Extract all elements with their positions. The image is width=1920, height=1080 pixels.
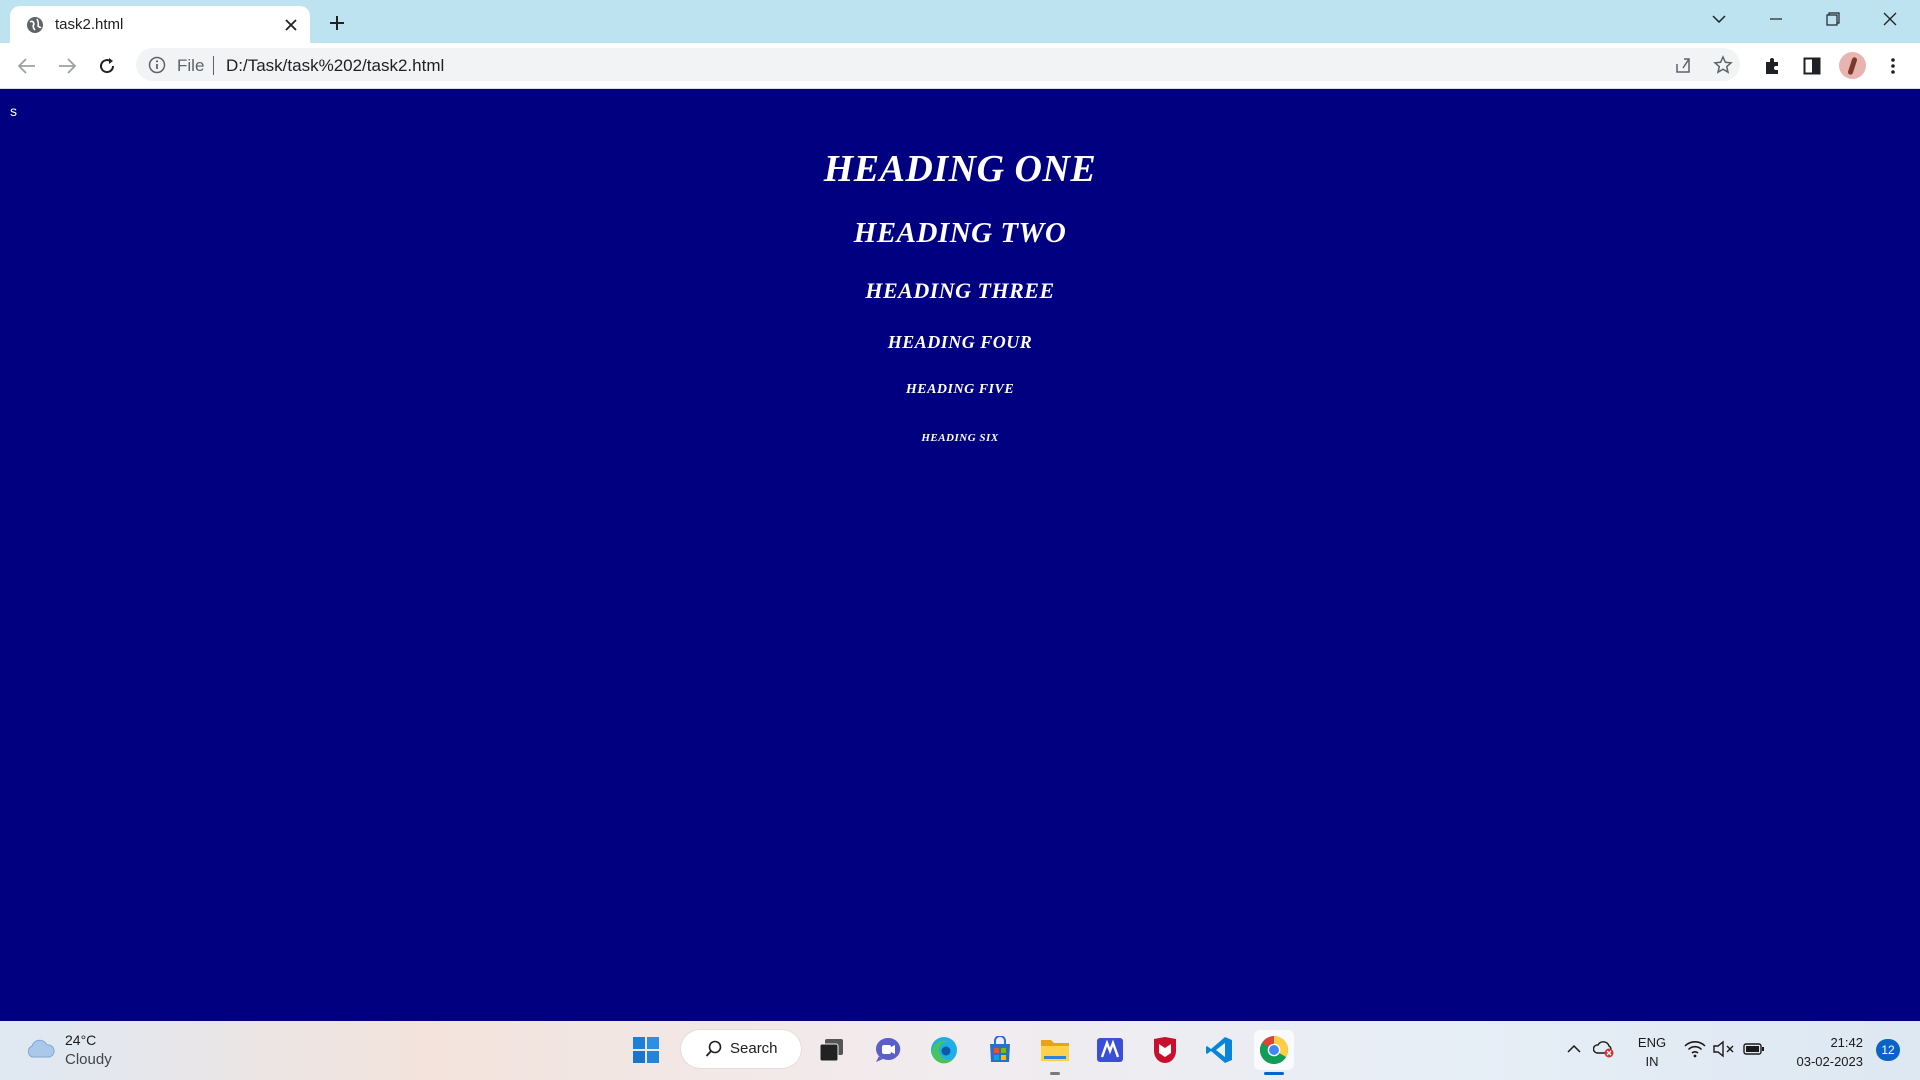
teams-chat-icon[interactable] bbox=[868, 1030, 908, 1070]
menu-kebab-icon[interactable] bbox=[1881, 54, 1905, 78]
language-region: IN bbox=[1645, 1054, 1659, 1069]
profile-avatar[interactable] bbox=[1839, 52, 1866, 79]
heading-three: HEADING THREE bbox=[865, 278, 1055, 303]
task-view-icon[interactable] bbox=[812, 1030, 852, 1070]
close-window-icon[interactable] bbox=[1870, 4, 1910, 34]
taskbar-search[interactable]: Search bbox=[681, 1030, 801, 1068]
heading-five: HEADING FIVE bbox=[905, 382, 1015, 397]
chrome-active-indicator bbox=[1264, 1072, 1284, 1075]
tab-search-chevron-icon[interactable] bbox=[1699, 4, 1739, 34]
web-page-content: s HEADING ONE HEADING TWO HEADING THREE … bbox=[0, 89, 1920, 1021]
onedrive-error-icon[interactable] bbox=[1592, 1037, 1616, 1061]
heading-two: HEADING TWO bbox=[853, 217, 1067, 249]
edge-icon[interactable] bbox=[924, 1030, 964, 1070]
battery-icon[interactable] bbox=[1742, 1037, 1766, 1061]
tab-title: task2.html bbox=[55, 16, 124, 33]
address-bar[interactable]: File D:/Task/task%202/task2.html bbox=[136, 48, 1740, 81]
notification-count-badge[interactable]: 12 bbox=[1876, 1039, 1900, 1061]
new-tab-button[interactable] bbox=[323, 9, 351, 37]
forward-arrow-icon[interactable] bbox=[50, 49, 84, 83]
heading-four: HEADING FOUR bbox=[887, 332, 1033, 352]
search-label: Search bbox=[730, 1040, 778, 1057]
url-text[interactable]: D:/Task/task%202/task2.html bbox=[226, 56, 444, 76]
browser-toolbar: File D:/Task/task%202/task2.html bbox=[0, 43, 1920, 89]
minimize-icon[interactable] bbox=[1756, 4, 1796, 34]
heading-six: HEADING SIX bbox=[921, 432, 999, 444]
language-code: ENG bbox=[1637, 1035, 1667, 1050]
bookmark-star-icon[interactable] bbox=[1712, 54, 1734, 76]
wifi-icon[interactable] bbox=[1683, 1037, 1707, 1061]
info-icon[interactable] bbox=[148, 56, 166, 74]
file-explorer-icon[interactable] bbox=[1035, 1030, 1075, 1070]
side-panel-icon[interactable] bbox=[1800, 54, 1824, 78]
restore-icon[interactable] bbox=[1813, 4, 1853, 34]
input-language-indicator[interactable]: ENG IN bbox=[1633, 1033, 1671, 1071]
windows-taskbar: 24°C Cloudy Search ENG IN 21:42 03-02-20… bbox=[0, 1021, 1920, 1080]
reload-icon[interactable] bbox=[90, 49, 124, 83]
file-explorer-running-indicator bbox=[1050, 1072, 1060, 1075]
chrome-icon[interactable] bbox=[1254, 1030, 1294, 1070]
cloud-icon bbox=[24, 1037, 56, 1061]
browser-tab[interactable]: task2.html bbox=[10, 6, 310, 43]
heading-one: HEADING ONE bbox=[823, 148, 1097, 190]
store-icon[interactable] bbox=[980, 1030, 1020, 1070]
clock-time: 21:42 bbox=[1830, 1035, 1863, 1050]
windows-start-icon[interactable] bbox=[626, 1030, 666, 1070]
weather-condition: Cloudy bbox=[65, 1051, 112, 1068]
search-icon bbox=[705, 1040, 723, 1058]
back-arrow-icon[interactable] bbox=[10, 49, 44, 83]
tab-strip: task2.html bbox=[0, 0, 1920, 43]
mcafee-shield-icon[interactable] bbox=[1145, 1030, 1185, 1070]
extensions-puzzle-icon[interactable] bbox=[1760, 54, 1784, 78]
share-icon[interactable] bbox=[1672, 54, 1694, 76]
close-tab-icon[interactable] bbox=[280, 14, 302, 36]
vscode-icon[interactable] bbox=[1199, 1030, 1239, 1070]
show-hidden-icons-chevron-icon[interactable] bbox=[1562, 1037, 1586, 1061]
volume-muted-icon[interactable] bbox=[1712, 1037, 1736, 1061]
mcafee-app-icon[interactable] bbox=[1090, 1030, 1130, 1070]
system-clock[interactable]: 21:42 03-02-2023 bbox=[1778, 1033, 1864, 1071]
clock-date: 03-02-2023 bbox=[1796, 1054, 1864, 1069]
scheme-label: File bbox=[177, 56, 205, 75]
globe-icon bbox=[26, 16, 44, 34]
stray-text: s bbox=[10, 103, 17, 119]
address-separator bbox=[213, 56, 214, 75]
weather-temperature: 24°C bbox=[65, 1032, 97, 1048]
